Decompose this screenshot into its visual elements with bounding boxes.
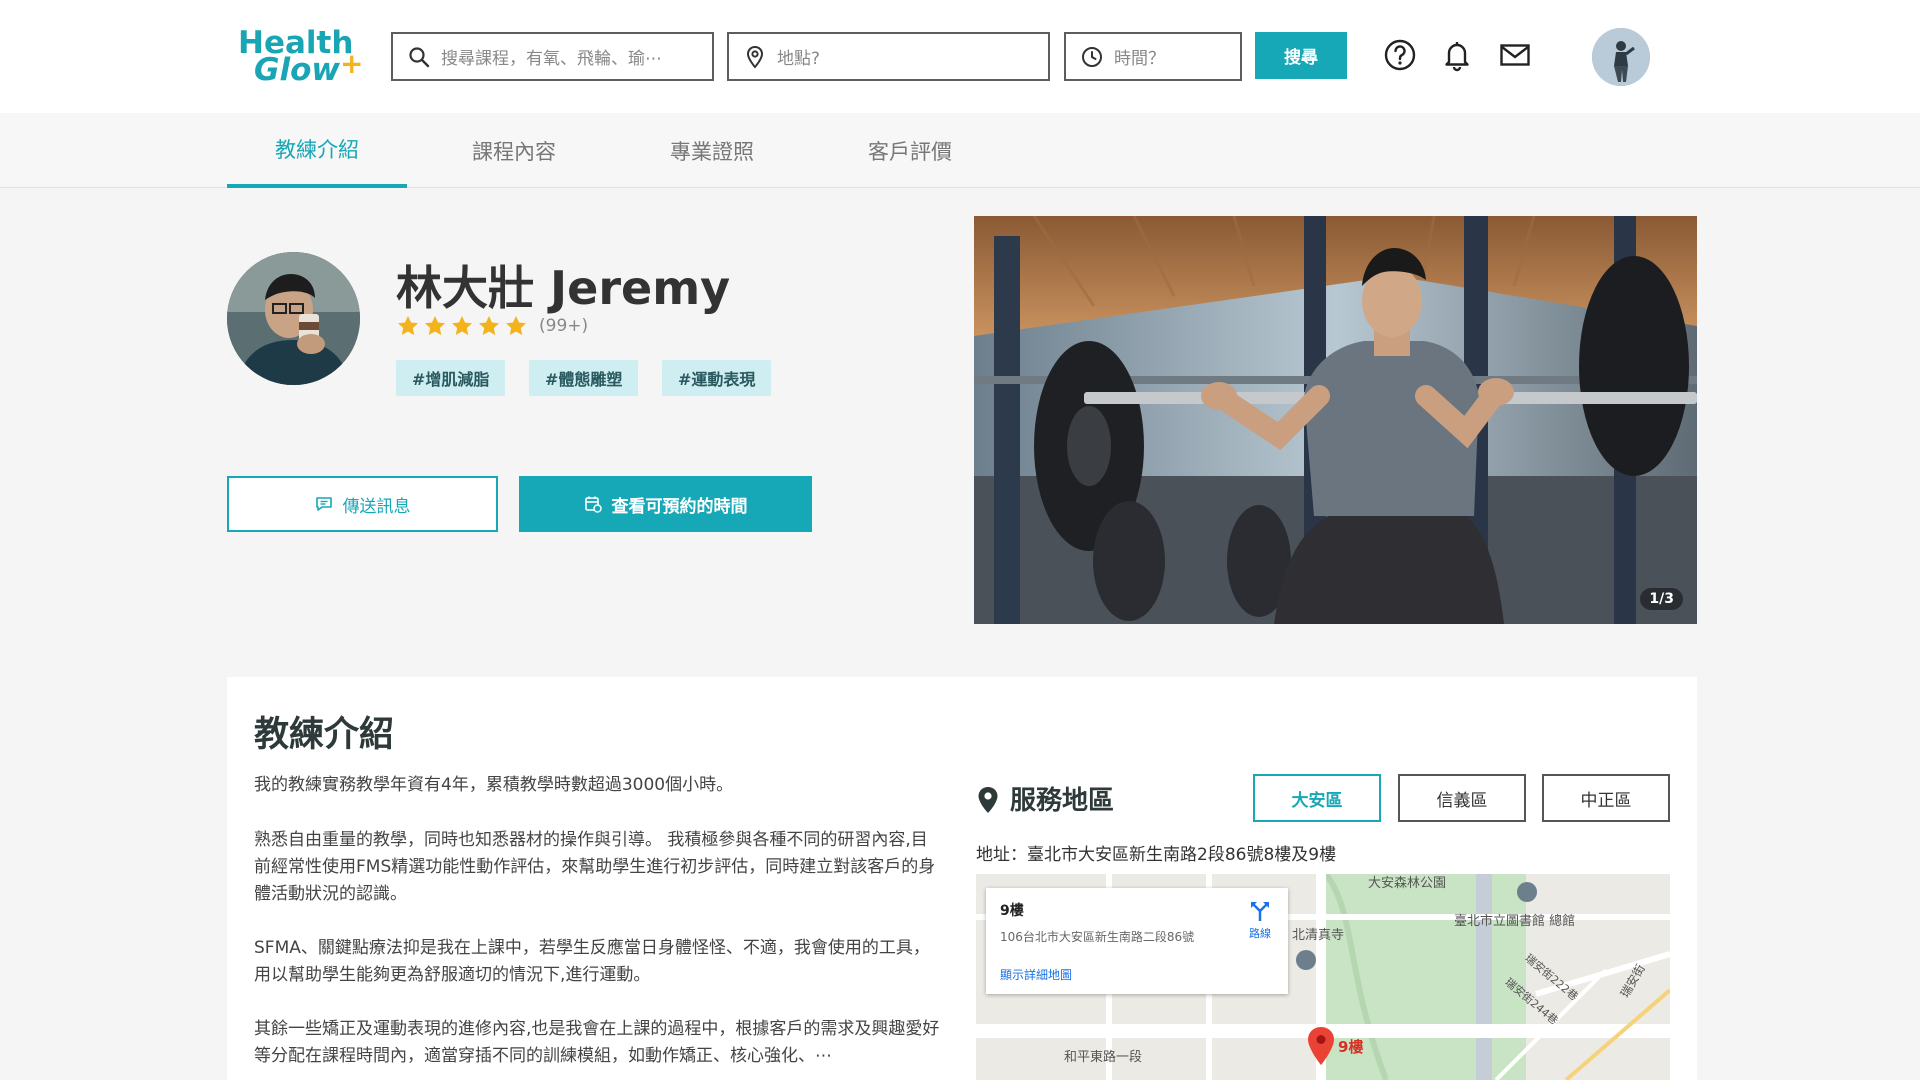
coach-avatar: [227, 252, 360, 385]
map-place-name: 9樓: [1000, 903, 1024, 919]
map-label-road: 和平東路一段: [1064, 1050, 1143, 1065]
logo-plus: +: [340, 47, 364, 80]
area-xinyi-button[interactable]: 信義區: [1398, 774, 1526, 822]
tab-reviews[interactable]: 客戶評價: [820, 113, 1000, 188]
time-input[interactable]: 時間？: [1064, 32, 1242, 81]
tab-coach-intro[interactable]: 教練介紹: [227, 113, 407, 188]
bell-icon[interactable]: [1440, 38, 1474, 72]
carousel-counter: 1/3: [1640, 588, 1683, 610]
location-input[interactable]: 地點?: [727, 32, 1050, 81]
search-placeholder: 搜尋課程，有氧、飛輪、瑜⋯: [441, 49, 662, 69]
section-tabs: 教練介紹 課程內容 專業證照 客戶評價: [0, 113, 1920, 188]
map-marker-icon[interactable]: [1306, 1026, 1336, 1066]
coach-photo-carousel[interactable]: 1/3: [974, 216, 1697, 624]
map-label-library: 臺北市立圖書館 總館: [1454, 914, 1576, 929]
map-place-address: 106台北市大安區新生南路二段86號: [1000, 930, 1195, 944]
directions-button[interactable]: 路線: [1242, 900, 1278, 941]
rating: (99+): [396, 314, 588, 338]
star-icon: [506, 316, 526, 336]
send-message-label: 傳送訊息: [342, 496, 411, 517]
star-icon: [479, 316, 499, 336]
map-label-mosque: 北清真寺: [1292, 928, 1345, 943]
star-icon: [425, 316, 445, 336]
view-available-times-button[interactable]: 查看可預約的時間: [519, 476, 812, 532]
intro-title: 教練介紹: [254, 715, 395, 755]
intro-paragraph: SFMA、關鍵點療法抑是我在上課中，若學生反應當日身體怪怪、不適，我會使用的工具…: [254, 938, 930, 985]
mail-icon[interactable]: [1498, 38, 1532, 72]
area-daan-button[interactable]: 大安區: [1253, 774, 1381, 822]
gym-squat-photo: [974, 216, 1697, 624]
logo[interactable]: Health Glow +: [238, 24, 363, 88]
search-icon: [409, 46, 430, 67]
star-icon: [398, 316, 418, 336]
tab-certificates[interactable]: 專業證照: [622, 113, 802, 188]
user-avatar[interactable]: [1592, 28, 1650, 86]
map-marker-label: 9樓: [1338, 1038, 1364, 1056]
clock-icon: [1082, 46, 1102, 67]
time-placeholder: 時間？: [1114, 49, 1165, 69]
directions-label: 路線: [1249, 927, 1271, 940]
tag-sports-performance[interactable]: #運動表現: [662, 360, 772, 396]
map-label-park: 大安森林公園: [1368, 876, 1447, 891]
directions-icon: [1251, 902, 1269, 921]
tag-muscle-fat-loss[interactable]: #增肌減脂: [396, 360, 506, 396]
send-message-button[interactable]: 傳送訊息: [227, 476, 498, 532]
location-placeholder: 地點?: [777, 49, 821, 69]
intro-paragraph: 我的教練實務教學年資有4年，累積教學時數超過3000個小時。: [254, 775, 734, 795]
map-embed[interactable]: 9樓 106台北市大安區新生南路二段86號 顯示詳細地圖 路線 大安森林公園 臺…: [976, 874, 1670, 1080]
location-pin-icon: [746, 45, 764, 69]
intro-paragraph: 熟悉自由重量的教學，同時也知悉器材的操作與引導。 我積極參與各種不同的研習內容,…: [254, 830, 936, 904]
search-button[interactable]: 搜尋: [1255, 32, 1347, 79]
coach-name: 林大壯 Jeremy: [396, 261, 731, 315]
help-icon[interactable]: [1383, 38, 1417, 72]
location-pin-icon: [978, 787, 998, 813]
star-icon: [452, 316, 472, 336]
user-avatar-image: [1592, 28, 1650, 86]
search-input[interactable]: 搜尋課程，有氧、飛輪、瑜⋯: [391, 32, 714, 81]
intro-paragraph: 其餘一些矯正及運動表現的進修內容,也是我會在上課的過程中，根據客戶的需求及興趣愛…: [254, 1019, 940, 1066]
tab-course-content[interactable]: 課程內容: [424, 113, 604, 188]
rating-count: (99+): [539, 316, 589, 336]
calendar-icon: [584, 496, 602, 513]
top-header: Health Glow + 搜尋課程，有氧、飛輪、瑜⋯ 地點? 時間？ 搜尋: [0, 0, 1920, 113]
map-info-window: 9樓 106台北市大安區新生南路二段86號 顯示詳細地圖 路線: [986, 888, 1288, 994]
view-available-times-label: 查看可預約的時間: [611, 496, 748, 517]
logo-text-glow: Glow: [254, 52, 341, 88]
tag-body-sculpting[interactable]: #體態雕塑: [529, 360, 639, 396]
coach-avatar-image: [227, 252, 360, 385]
area-zhongzheng-button[interactable]: 中正區: [1542, 774, 1670, 822]
service-area-title: 服務地區: [1010, 786, 1115, 816]
view-larger-map-link[interactable]: 顯示詳細地圖: [1000, 966, 1072, 983]
service-address: 地址：臺北市大安區新生南路2段86號8樓及9樓: [976, 845, 1337, 865]
chat-icon: [315, 497, 332, 511]
